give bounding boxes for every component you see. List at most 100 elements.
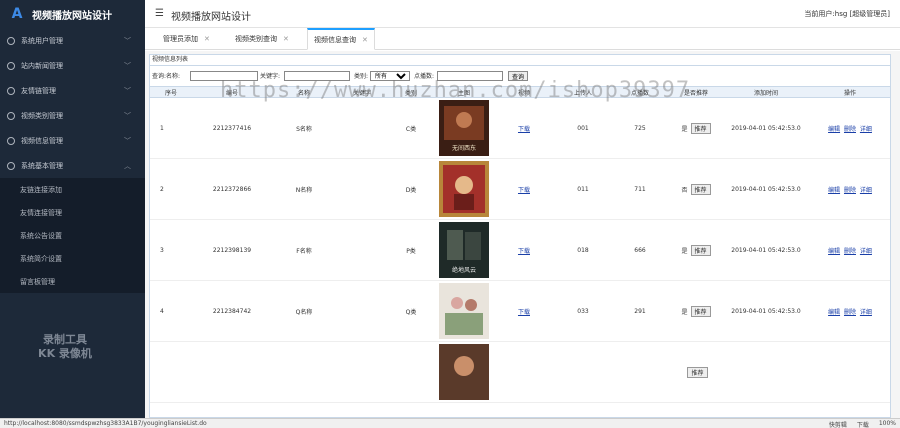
- cell-name: Q名称: [272, 280, 336, 342]
- delete-link[interactable]: 删除: [844, 248, 856, 255]
- recorder-watermark: 录制工具 KK 录像机: [20, 333, 110, 361]
- column-header: 序号: [150, 86, 192, 98]
- poster-image[interactable]: [439, 283, 489, 339]
- cell-index: 1: [150, 97, 192, 159]
- detail-link[interactable]: 详细: [860, 309, 872, 316]
- gear-icon: [7, 136, 15, 145]
- sidebar-subitem-intro[interactable]: 系统简介设置: [0, 247, 145, 270]
- tab-video-info-query[interactable]: 视频信息查询 ✕: [307, 28, 375, 50]
- brand: A 视频播放网站设计: [0, 0, 145, 28]
- sidebar-item-system[interactable]: 系统基本管理 ︿: [0, 153, 145, 178]
- zoom-level[interactable]: 100%: [879, 420, 896, 428]
- cell-name: F名称: [272, 219, 336, 281]
- recorder-watermark-line1: 录制工具: [43, 333, 87, 346]
- detail-link[interactable]: 详细: [860, 187, 872, 194]
- delete-link[interactable]: 删除: [844, 187, 856, 194]
- poster-image[interactable]: 绝地风云: [439, 222, 489, 278]
- edit-link[interactable]: 编辑: [828, 248, 840, 255]
- table-row: 推荐: [150, 341, 890, 403]
- close-icon[interactable]: ✕: [204, 35, 210, 43]
- table-row: 1 2212377416 S名称 C类 无间西东 下载 001 725 是 推荐…: [150, 97, 890, 159]
- cell-code: 2212372866: [192, 158, 272, 220]
- edit-link[interactable]: 编辑: [828, 187, 840, 194]
- cell-uploader: 011: [554, 158, 612, 220]
- sidebar-item-label: 系统基本管理: [21, 161, 63, 170]
- recommend-button[interactable]: 推荐: [690, 244, 711, 256]
- quick-edit-button[interactable]: 快剪辑: [829, 420, 847, 428]
- sidebar-item-users[interactable]: 系统用户管理 ﹀: [0, 28, 145, 53]
- brand-logo-icon: A: [11, 6, 23, 22]
- list-panel: 视频信息列表 查询:名称: 关键字: 类别: 所有 点播数: 查询 序号 编号 …: [149, 54, 891, 418]
- cell-category: D类: [388, 158, 434, 220]
- close-icon[interactable]: ✕: [283, 35, 289, 43]
- gear-icon: [7, 161, 15, 170]
- recommend-button[interactable]: 推荐: [690, 305, 711, 317]
- cell-video: 下载: [494, 158, 554, 220]
- name-label: 查询:名称:: [152, 73, 181, 80]
- cell-category: C类: [388, 97, 434, 159]
- cell-time: 2019-04-01 05:42:53.0: [724, 97, 808, 159]
- cell-uploader: 033: [554, 280, 612, 342]
- edit-link[interactable]: 编辑: [828, 126, 840, 133]
- sidebar-subitem-guestbook[interactable]: 留言板管理: [0, 270, 145, 293]
- delete-link[interactable]: 删除: [844, 126, 856, 133]
- download-link[interactable]: 下载: [518, 187, 530, 194]
- sidebar-item-links[interactable]: 友情链管理 ﹀: [0, 78, 145, 103]
- cell-keyword: [336, 219, 388, 281]
- recommended-value: 是: [681, 125, 688, 133]
- cell-recommended: 否推荐: [668, 158, 724, 220]
- tab-label: 视频信息查询: [314, 35, 356, 44]
- chevron-up-icon: ︿: [124, 162, 131, 170]
- user-icon: [7, 86, 15, 95]
- poster-caption: 绝地风云: [452, 266, 476, 274]
- download-link[interactable]: 下载: [518, 126, 530, 133]
- sidebar-item-news[interactable]: 站内新闻管理 ﹀: [0, 53, 145, 78]
- cell-category: Q类: [388, 280, 434, 342]
- cell-category: P类: [388, 219, 434, 281]
- cell-video: 下载: [494, 280, 554, 342]
- sidebar-subitem-add-link[interactable]: 友链连接添加: [0, 178, 145, 201]
- recommend-button[interactable]: 推荐: [690, 122, 711, 134]
- tab-label: 管理员添加: [163, 35, 198, 43]
- menu-icon[interactable]: ☰: [155, 8, 164, 19]
- cell-video: 下载: [494, 219, 554, 281]
- poster-image[interactable]: [439, 161, 489, 217]
- cell-code: 2212377416: [192, 97, 272, 159]
- tab-video-category-query[interactable]: 视频类别查询 ✕: [235, 28, 289, 50]
- download-button[interactable]: 下载: [857, 420, 869, 428]
- cell-poster: 绝地风云: [434, 219, 494, 281]
- detail-link[interactable]: 详细: [860, 126, 872, 133]
- delete-link[interactable]: 删除: [844, 309, 856, 316]
- gear-icon: [7, 36, 15, 45]
- recommended-value: 是: [681, 308, 688, 316]
- tab-bar: 管理员添加 ✕ 视频类别查询 ✕ 视频信息查询 ✕: [145, 28, 900, 50]
- cell-time: 2019-04-01 05:42:53.0: [724, 158, 808, 220]
- poster-image[interactable]: [439, 344, 489, 400]
- sidebar-subitem-manage-links[interactable]: 友情连接管理: [0, 201, 145, 224]
- main-content: 视频信息列表 查询:名称: 关键字: 类别: 所有 点播数: 查询 序号 编号 …: [145, 51, 900, 418]
- user-info[interactable]: 当前用户:hsg [超级管理员]: [804, 9, 890, 19]
- sidebar-item-video-category[interactable]: 视频类别管理 ﹀: [0, 103, 145, 128]
- poster-image[interactable]: 无间西东: [439, 100, 489, 156]
- brand-title: 视频播放网站设计: [32, 10, 112, 22]
- detail-link[interactable]: 详细: [860, 248, 872, 255]
- poster-caption: 无间西东: [452, 144, 476, 152]
- tab-admin-add[interactable]: 管理员添加 ✕: [163, 28, 210, 50]
- table-row: 4 2212384742 Q名称 Q类 下载 033 291 是 推荐 2019…: [150, 280, 890, 342]
- download-link[interactable]: 下载: [518, 309, 530, 316]
- close-icon[interactable]: ✕: [362, 36, 368, 44]
- sidebar-item-video-info[interactable]: 视频信息管理 ﹀: [0, 128, 145, 153]
- sidebar-subitem-notice[interactable]: 系统公告设置: [0, 224, 145, 247]
- chevron-down-icon: ﹀: [124, 87, 131, 95]
- sidebar-item-label: 站内新闻管理: [21, 61, 63, 70]
- sidebar-submenu: 友链连接添加 友情连接管理 系统公告设置 系统简介设置 留言板管理: [0, 178, 145, 293]
- recommend-button[interactable]: 推荐: [687, 366, 708, 378]
- cell-index: 2: [150, 158, 192, 220]
- download-link[interactable]: 下载: [518, 248, 530, 255]
- recommend-button[interactable]: 推荐: [690, 183, 711, 195]
- cell-operations: 编辑 删除 详细: [808, 158, 890, 220]
- status-url: http://localhost:8080/ssmdspwzhsg3833A1B…: [4, 420, 207, 427]
- edit-link[interactable]: 编辑: [828, 309, 840, 316]
- table-row: 2 2212372866 N名称 D类 下载 011 711 否 推荐 2019…: [150, 158, 890, 220]
- url-watermark: https://www.huzhan.com/ishop39397: [220, 78, 691, 103]
